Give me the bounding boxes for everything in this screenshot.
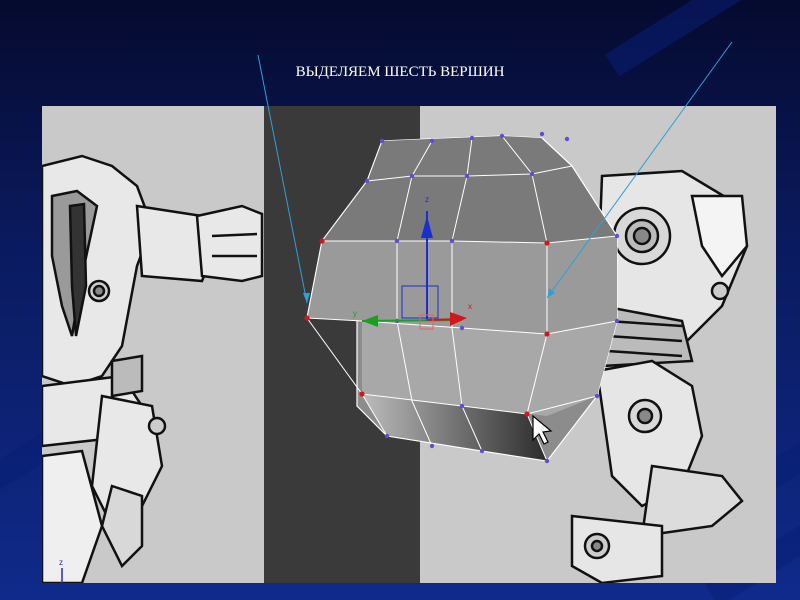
slide-title: ВЫДЕЛЯЕМ ШЕСТЬ ВЕРШИН	[295, 64, 505, 80]
gizmo-y-label: y	[353, 309, 357, 318]
gizmo-z-label: z	[425, 195, 429, 204]
axis-z-label: z	[59, 558, 63, 567]
gizmo-x-label: x	[468, 302, 472, 311]
left-robot	[42, 154, 264, 583]
3d-viewport[interactable]: z x y z	[42, 106, 776, 583]
viewport-scene: z x y z	[42, 106, 749, 583]
